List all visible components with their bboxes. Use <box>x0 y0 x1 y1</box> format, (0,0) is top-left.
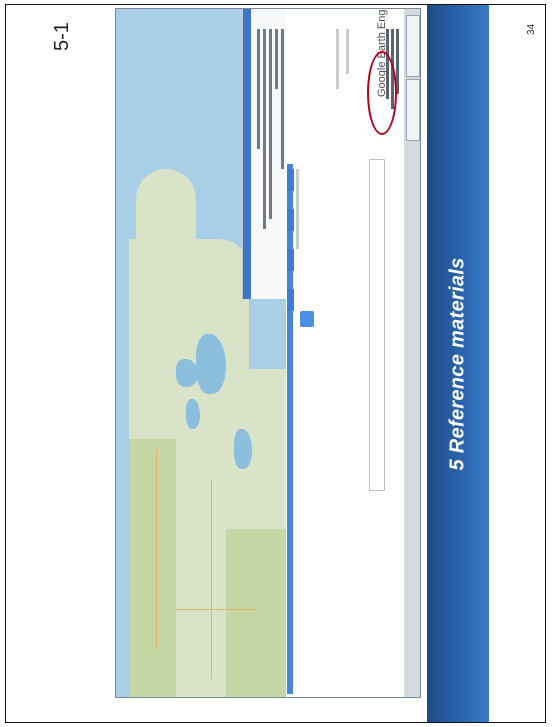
editor-toolbar <box>287 164 293 694</box>
slide-label: 5-1 <box>51 22 73 51</box>
get-link-button[interactable] <box>287 169 294 191</box>
docs-title-bar <box>243 9 251 299</box>
slide-page: 5-1 Google Earth Engine 5 Reference mate… <box>5 4 546 723</box>
slide-title: 5 Reference materials <box>446 256 469 471</box>
browser-tab[interactable] <box>406 15 420 77</box>
save-button[interactable] <box>287 209 294 231</box>
title-band: 5 Reference materials <box>427 5 489 722</box>
search-input[interactable] <box>369 159 385 491</box>
run-button[interactable] <box>287 249 294 271</box>
browser-tab[interactable] <box>406 79 420 141</box>
reset-button[interactable] <box>287 289 294 311</box>
search-icon[interactable] <box>300 311 314 327</box>
page-number: 34 <box>526 23 537 35</box>
highlight-ellipse <box>367 51 397 135</box>
docs-panel <box>242 9 287 299</box>
earth-engine-screenshot: Google Earth Engine <box>115 8 421 698</box>
browser-chrome <box>404 9 420 697</box>
